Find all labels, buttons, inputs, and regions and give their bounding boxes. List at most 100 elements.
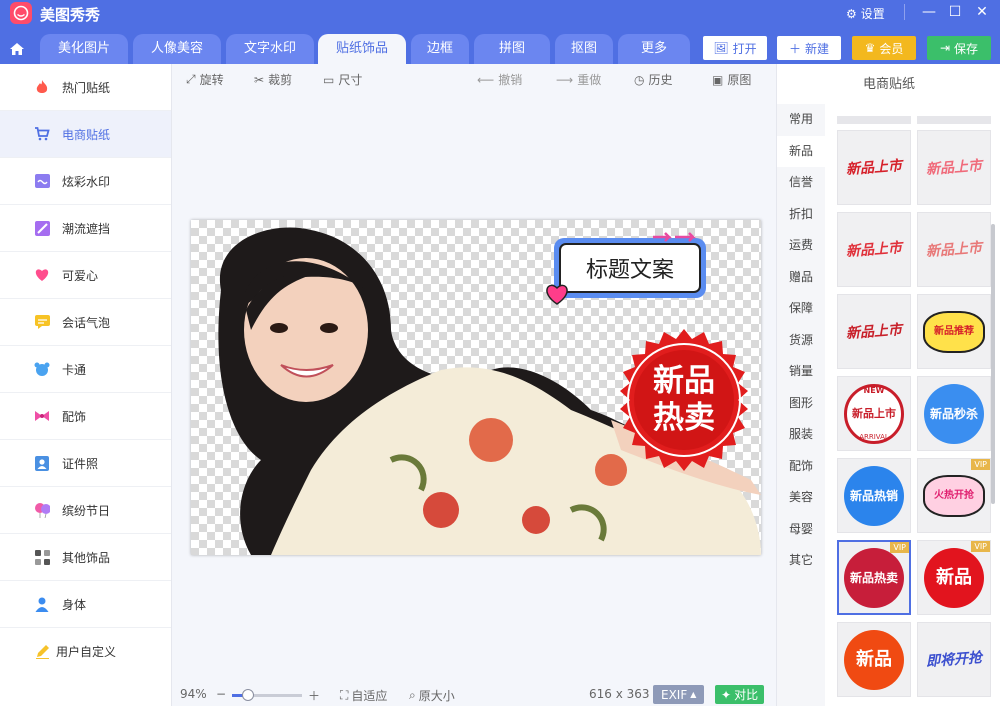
- app-logo-icon: [10, 2, 32, 24]
- compare-button[interactable]: ✦ 对比: [715, 685, 765, 704]
- open-button[interactable]: 🖼 打开: [703, 36, 767, 60]
- category-item[interactable]: 赠品: [777, 262, 825, 294]
- magnifier-icon: ⌕: [409, 688, 416, 702]
- crop-button[interactable]: ✂ 裁剪: [254, 71, 292, 88]
- category-item[interactable]: 常用: [777, 104, 825, 136]
- sidebar-item-label: 用户自定义: [56, 645, 117, 659]
- new-label: 新建: [805, 41, 830, 56]
- zoom-slider[interactable]: [232, 689, 302, 701]
- sticker-thumb[interactable]: 新品上市 NEW ARRIVAL: [837, 376, 911, 451]
- category-item[interactable]: 货源: [777, 325, 825, 357]
- panel-scrollbar[interactable]: [991, 224, 995, 504]
- size-button[interactable]: ▭ 尺寸: [323, 71, 362, 88]
- sidebar-item-speech-bubble[interactable]: 会话气泡: [0, 299, 171, 346]
- photo-canvas[interactable]: 标题文案 新品 热卖: [191, 220, 761, 555]
- category-item[interactable]: 配饰: [777, 451, 825, 483]
- sticker-thumb[interactable]: 新品上市: [837, 212, 911, 287]
- title-bar: 美图秀秀 ⚙ 设置 — ☐ ✕: [0, 0, 1000, 26]
- sidebar-item-trend-mask[interactable]: 潮流遮挡: [0, 205, 171, 252]
- rotate-icon: ⤢: [186, 72, 196, 86]
- resize-icon: ▭: [323, 72, 335, 87]
- category-item[interactable]: 折扣: [777, 199, 825, 231]
- sidebar-item-cute-heart[interactable]: 可爱心: [0, 252, 171, 299]
- zoom-slider-handle[interactable]: [242, 689, 254, 701]
- history-button[interactable]: ◷ 历史: [634, 71, 673, 88]
- zoom-out-button[interactable]: −: [216, 687, 226, 701]
- category-item[interactable]: 美容: [777, 482, 825, 514]
- sidebar-item-custom[interactable]: 用户自定义: [0, 628, 171, 675]
- undo-arrow-icon: ⟵: [477, 72, 495, 87]
- watermark-icon: [34, 173, 50, 189]
- caption-sticker[interactable]: 标题文案: [554, 238, 706, 298]
- compare-label: 对比: [734, 688, 759, 702]
- category-item[interactable]: 信誉: [777, 167, 825, 199]
- grid-icon: [34, 549, 50, 565]
- actual-size-label: 原大小: [418, 689, 455, 703]
- sticker-thumb[interactable]: 新品上市: [917, 212, 991, 287]
- minimize-icon[interactable]: —: [920, 4, 938, 20]
- sticker-category-sidebar: 热门贴纸 电商贴纸 炫彩水印 潮流遮挡 可爱心 会话气泡 卡通 配饰 证件照 缤…: [0, 64, 172, 706]
- sidebar-item-id-photo[interactable]: 证件照: [0, 440, 171, 487]
- sticker-thumb[interactable]: 新品上市: [917, 130, 991, 205]
- close-icon[interactable]: ✕: [973, 4, 991, 20]
- category-item[interactable]: 其它: [777, 545, 825, 577]
- sidebar-item-hot-stickers[interactable]: 热门贴纸: [0, 64, 171, 111]
- sticker-thumb[interactable]: 火热开抢 VIP: [917, 458, 991, 533]
- category-item[interactable]: 新品: [777, 135, 825, 167]
- tab-portrait[interactable]: 人像美容: [133, 34, 221, 64]
- sticker-thumb[interactable]: 即将开抢: [917, 622, 991, 697]
- category-item[interactable]: 图形: [777, 388, 825, 420]
- sidebar-item-other-accessories[interactable]: 其他饰品: [0, 534, 171, 581]
- redo-button[interactable]: ⟶ 重做: [556, 71, 601, 88]
- sidebar-item-cartoon[interactable]: 卡通: [0, 346, 171, 393]
- tab-cutout[interactable]: 抠图: [555, 34, 613, 64]
- sidebar-item-festival[interactable]: 缤纷节日: [0, 487, 171, 534]
- sticker-thumb[interactable]: 新品: [837, 622, 911, 697]
- original-button[interactable]: ▣ 原图: [712, 71, 751, 88]
- zoom-in-button[interactable]: ＋: [308, 687, 320, 704]
- sticker-thumb[interactable]: 新品热卖 VIP: [837, 540, 911, 615]
- rotate-label: 旋转: [199, 73, 224, 87]
- sticker-thumb-top-text: NEW: [863, 386, 885, 395]
- category-item[interactable]: 运费: [777, 230, 825, 262]
- sticker-thumb[interactable]: 新品秒杀: [917, 376, 991, 451]
- category-item[interactable]: 母婴: [777, 514, 825, 546]
- sidebar-item-body[interactable]: 身体: [0, 581, 171, 628]
- home-icon[interactable]: [0, 34, 34, 64]
- fit-button[interactable]: ⛶ 自适应: [340, 687, 387, 704]
- caret-up-icon: ▲: [690, 690, 697, 699]
- pencil-icon: [34, 644, 50, 660]
- maximize-icon[interactable]: ☐: [946, 4, 964, 20]
- sticker-thumb[interactable]: 新品上市: [837, 130, 911, 205]
- sidebar-item-ecommerce-stickers[interactable]: 电商贴纸: [0, 111, 171, 158]
- tab-text-watermark[interactable]: 文字水印: [226, 34, 314, 64]
- sticker-thumb[interactable]: 新品热销: [837, 458, 911, 533]
- new-hot-sale-badge[interactable]: 新品 热卖: [611, 327, 757, 476]
- sidebar-item-label: 潮流遮挡: [62, 221, 111, 236]
- exif-button[interactable]: EXIF ▲: [653, 685, 705, 704]
- category-item[interactable]: 销量: [777, 356, 825, 388]
- gear-icon: ⚙: [846, 6, 857, 21]
- tab-collage[interactable]: 拼图: [474, 34, 550, 64]
- sticker-thumb-text: 新品: [844, 629, 904, 690]
- plus-icon: ＋: [788, 41, 801, 56]
- category-item[interactable]: 服装: [777, 419, 825, 451]
- category-item[interactable]: 保障: [777, 293, 825, 325]
- sidebar-item-color-watermark[interactable]: 炫彩水印: [0, 158, 171, 205]
- sidebar-item-accessories[interactable]: 配饰: [0, 393, 171, 440]
- tab-beautify[interactable]: 美化图片: [40, 34, 128, 64]
- new-button[interactable]: ＋ 新建: [777, 36, 841, 60]
- tab-stickers[interactable]: 贴纸饰品: [318, 34, 406, 64]
- settings-button[interactable]: ⚙ 设置: [846, 5, 885, 22]
- sticker-thumb[interactable]: 新品上市: [837, 294, 911, 369]
- sticker-thumb[interactable]: 新品 VIP: [917, 540, 991, 615]
- save-button[interactable]: ⇥ 保存: [927, 36, 991, 60]
- tab-border[interactable]: 边框: [411, 34, 469, 64]
- rotate-button[interactable]: ⤢ 旋转: [186, 71, 224, 88]
- actual-size-button[interactable]: ⌕ 原大小: [409, 687, 455, 704]
- sticker-thumb[interactable]: 新品推荐: [917, 294, 991, 369]
- undo-button[interactable]: ⟵ 撤销: [477, 71, 522, 88]
- tab-more[interactable]: 更多: [618, 34, 690, 64]
- vip-button[interactable]: ♛ 会员: [852, 36, 916, 60]
- sticker-thumb-text: 新品上市: [845, 239, 903, 260]
